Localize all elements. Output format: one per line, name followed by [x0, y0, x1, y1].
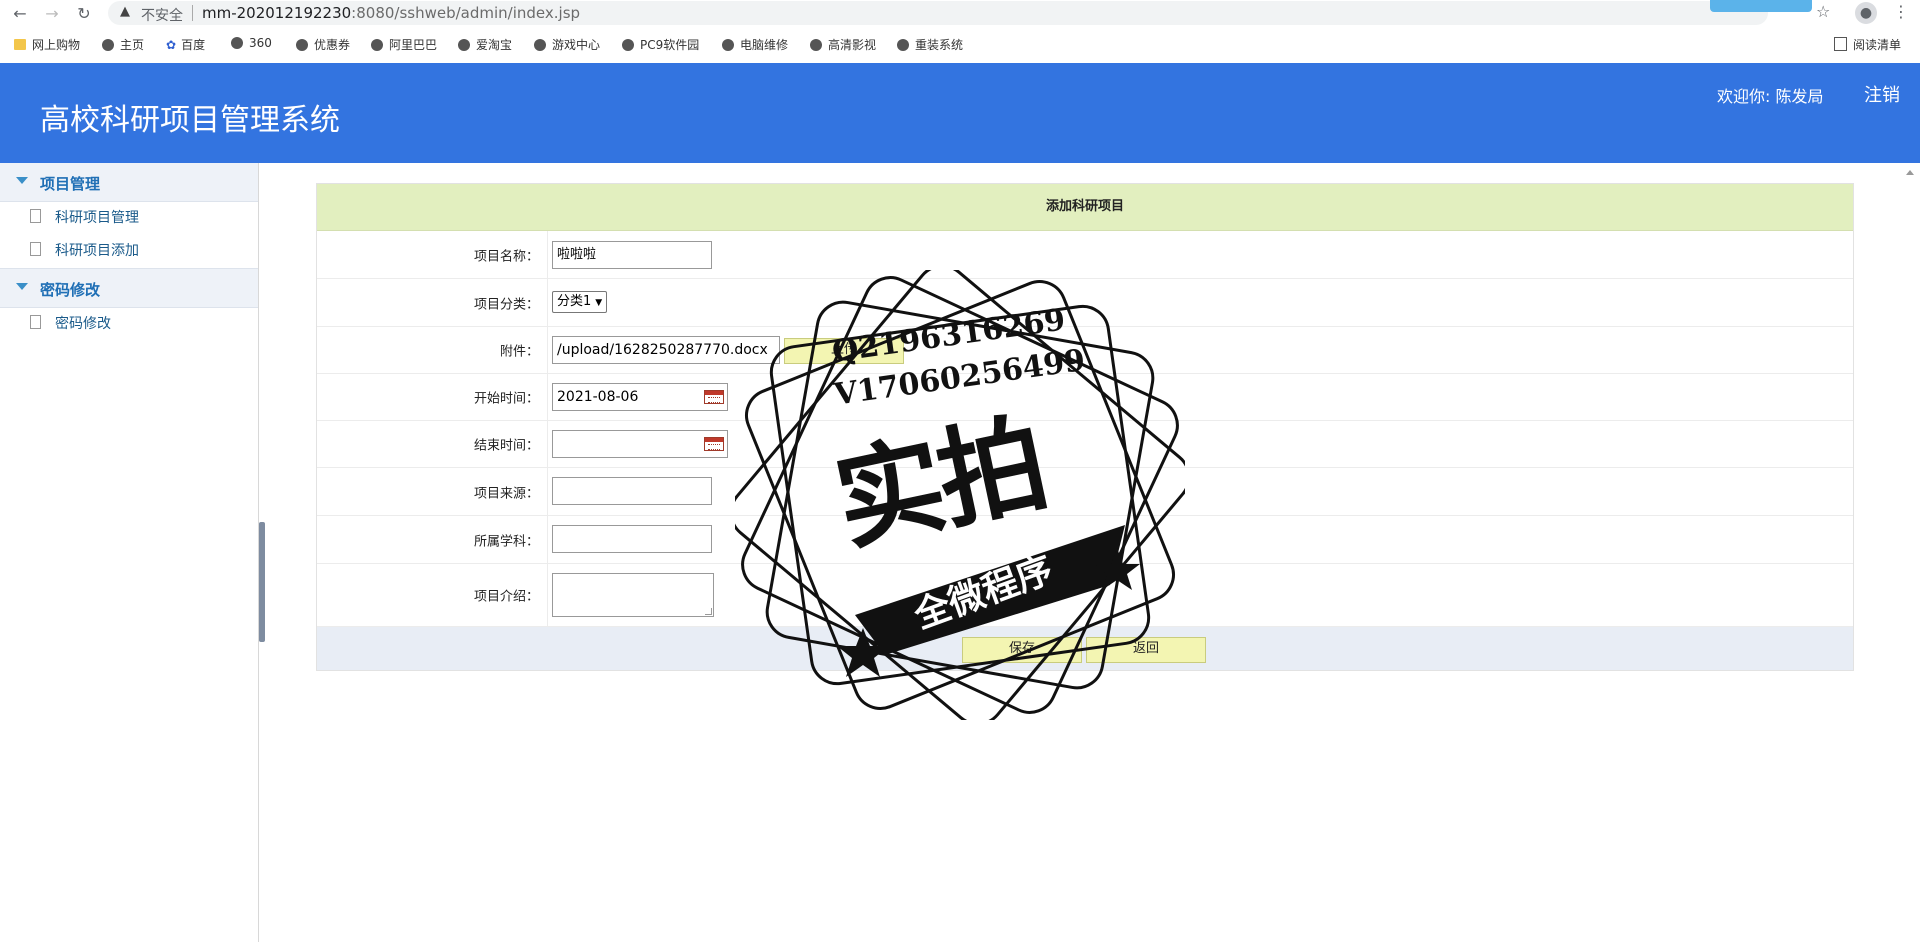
app-header: 高校科研项目管理系统 欢迎你: 陈发局 注销	[0, 63, 1920, 163]
sidebar-item-label: 密码修改	[55, 316, 111, 332]
document-icon	[30, 209, 41, 223]
row-start: 开始时间： 2021-08-06	[317, 374, 1853, 421]
extension-badge[interactable]	[1710, 0, 1812, 12]
sidebar-group-label: 项目管理	[40, 175, 101, 193]
sidebar-group-password[interactable]: 密码修改	[0, 268, 258, 308]
sidebar-item-label: 科研项目管理	[55, 210, 139, 226]
project-source-input[interactable]	[552, 477, 712, 505]
back-arrow-icon[interactable]: ←	[8, 2, 32, 26]
sidebar-item-project-add[interactable]: 科研项目添加	[30, 240, 139, 260]
field-label: 开始时间：	[473, 391, 539, 407]
chevron-down-icon: ▼	[595, 298, 603, 308]
document-icon	[30, 242, 41, 256]
category-select[interactable]: 分类1 ▼	[552, 291, 608, 313]
bookmark-item[interactable]: 游戏中心	[534, 36, 600, 53]
project-name-input[interactable]: 啦啦啦	[552, 241, 712, 269]
insecure-label: 不安全	[141, 8, 183, 24]
field-label: 所属学科：	[473, 534, 539, 549]
triangle-down-icon	[16, 177, 28, 184]
field-label: 项目分类：	[473, 297, 539, 312]
row-intro: 项目介绍：	[317, 564, 1853, 627]
reading-list[interactable]: 阅读清单	[1834, 36, 1901, 53]
url-separator	[192, 5, 193, 21]
row-discipline: 所属学科：	[317, 516, 1853, 564]
bookmark-item[interactable]: 高清影视	[810, 36, 876, 53]
sidebar-item-project-manage[interactable]: 科研项目管理	[30, 207, 139, 227]
sidebar-group-label: 密码修改	[40, 281, 101, 299]
field-label: 项目名称：	[473, 249, 539, 264]
reading-list-icon	[1834, 37, 1847, 51]
globe-icon	[296, 39, 308, 51]
warning-icon: ▲	[120, 4, 130, 19]
form-title: 添加科研项目	[317, 184, 1853, 231]
back-button[interactable]: 返回	[1086, 637, 1206, 663]
forward-arrow-icon[interactable]: →	[40, 2, 64, 26]
sidebar-item-password[interactable]: 密码修改	[30, 313, 111, 333]
url-path: :8080/sshweb/admin/index.jsp	[351, 4, 581, 22]
start-date-input[interactable]: 2021-08-06	[552, 383, 728, 411]
document-icon	[30, 315, 41, 329]
bookmark-item[interactable]: PC9软件园	[622, 36, 699, 53]
end-date-input[interactable]	[552, 430, 728, 458]
bookmark-item[interactable]: 电脑维修	[722, 36, 788, 53]
triangle-down-icon	[16, 283, 28, 290]
bookmark-item[interactable]: 爱淘宝	[458, 36, 512, 53]
discipline-input[interactable]	[552, 525, 712, 553]
globe-icon	[622, 39, 634, 51]
globe-icon	[458, 39, 470, 51]
bookmark-item[interactable]: 网上购物	[14, 36, 80, 53]
save-button[interactable]: 保存	[962, 637, 1082, 663]
field-label: 结束时间：	[473, 438, 539, 454]
select-value: 分类1	[557, 294, 592, 309]
scroll-up-arrow-icon[interactable]	[1906, 170, 1914, 175]
globe-icon	[722, 39, 734, 51]
row-category: 项目分类： 分类1 ▼	[317, 279, 1853, 327]
field-label: 项目来源：	[473, 486, 539, 501]
bookmark-item[interactable]: 优惠券	[296, 36, 350, 53]
date-value: 2021-08-06	[557, 389, 639, 405]
sidebar-group-project[interactable]: 项目管理	[0, 163, 258, 202]
sidebar-resize-handle[interactable]	[259, 522, 265, 642]
bookmark-item[interactable]: 阿里巴巴	[371, 36, 437, 53]
bookmark-star-icon[interactable]: ☆	[1816, 2, 1830, 21]
sidebar-item-label: 科研项目添加	[55, 243, 139, 259]
bookmarks-bar: 网上购物 主页 ✿ 百度 360 优惠券 阿里巴巴 爱淘宝 游戏中心 PC9软件园…	[0, 32, 1920, 58]
globe-icon	[534, 39, 546, 51]
globe-icon	[102, 39, 114, 51]
form-actions: 保存 返回	[317, 627, 1853, 670]
bookmark-item[interactable]: ✿ 百度	[166, 36, 205, 53]
browser-toolbar: ← → ↻ ▲ 不安全 mm-202012192230:8080/sshweb/…	[0, 0, 1920, 28]
globe-icon	[231, 37, 243, 49]
reload-icon[interactable]: ↻	[72, 2, 96, 26]
globe-icon	[371, 39, 383, 51]
welcome-text: 欢迎你: 陈发局	[1717, 87, 1824, 106]
logout-link[interactable]: 注销	[1864, 81, 1900, 107]
kebab-menu-icon[interactable]: ⋮	[1893, 2, 1909, 21]
field-label: 项目介绍：	[473, 589, 539, 605]
bookmark-item[interactable]: 360	[231, 36, 272, 50]
calendar-icon[interactable]	[704, 437, 724, 451]
url-host: mm-202012192230	[202, 4, 352, 22]
bookmark-item[interactable]: 重装系统	[897, 36, 963, 53]
row-end: 结束时间：	[317, 421, 1853, 468]
field-label: 附件：	[499, 344, 539, 360]
paw-icon: ✿	[166, 38, 177, 52]
system-title: 高校科研项目管理系统	[40, 103, 340, 138]
profile-icon[interactable]: ●	[1855, 2, 1877, 24]
address-bar[interactable]: ▲ 不安全 mm-202012192230:8080/sshweb/admin/…	[108, 1, 1768, 25]
url-text: mm-202012192230:8080/sshweb/admin/index.…	[202, 4, 580, 22]
row-source: 项目来源：	[317, 468, 1853, 516]
row-name: 项目名称： 啦啦啦	[317, 231, 1853, 279]
folder-icon	[14, 39, 26, 50]
globe-icon	[810, 39, 822, 51]
attachment-input[interactable]: /upload/1628250287770.docx	[552, 336, 780, 364]
calendar-icon[interactable]	[704, 390, 724, 404]
project-intro-textarea[interactable]	[552, 573, 714, 617]
bookmark-item[interactable]: 主页	[102, 36, 144, 53]
page-scrollbar[interactable]	[1906, 170, 1914, 942]
sidebar: 项目管理 科研项目管理 科研项目添加 密码修改 密码修改	[0, 163, 259, 942]
add-project-form: 添加科研项目 项目名称： 啦啦啦 项目分类： 分类1 ▼ 附件： /upload/…	[316, 183, 1854, 671]
globe-icon	[897, 39, 909, 51]
